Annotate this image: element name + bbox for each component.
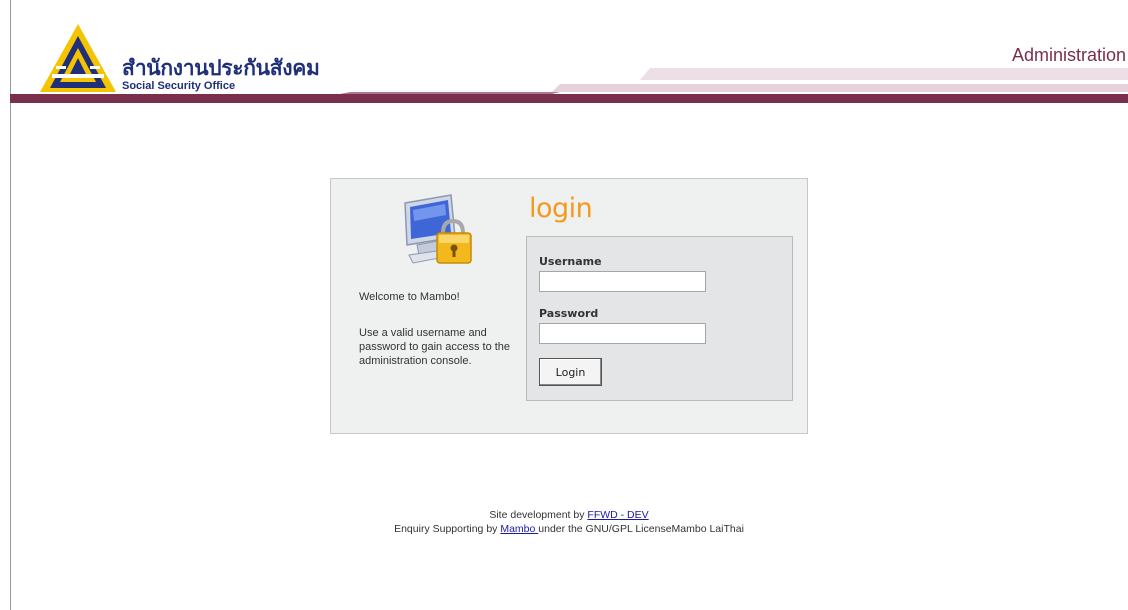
login-page: สำนักงานประกันสังคม Social Security Offi…: [0, 0, 1128, 610]
mambo-link[interactable]: Mambo: [500, 523, 538, 535]
password-input[interactable]: [539, 323, 706, 344]
footer-support-text: Enquiry Supporting by: [394, 523, 501, 535]
footer-credit-text: Site development by: [489, 509, 588, 521]
footer-license-text: under the GNU/GPL LicenseMambo LaiThai: [538, 523, 744, 535]
org-name-english: Social Security Office: [122, 80, 236, 92]
login-instructions: Use a valid username and password to gai…: [359, 327, 511, 367]
login-box: Welcome to Mambo! Use a valid username a…: [330, 178, 808, 434]
computer-lock-icon: [404, 194, 472, 264]
username-input[interactable]: [539, 271, 706, 292]
header: สำนักงานประกันสังคม Social Security Offi…: [0, 0, 1128, 104]
ffwd-dev-link[interactable]: FFWD - DEV: [587, 509, 648, 521]
login-form: Username Password Login: [526, 236, 793, 401]
footer-line-2: Enquiry Supporting by Mambo under the GN…: [0, 523, 1128, 535]
footer-line-1: Site development by FFWD - DEV: [0, 509, 1128, 521]
welcome-text: Welcome to Mambo!: [359, 291, 460, 303]
username-label: Username: [539, 255, 602, 268]
login-button[interactable]: Login: [539, 358, 602, 386]
password-label: Password: [539, 307, 599, 320]
login-heading: login: [529, 193, 593, 224]
administration-title: Administration: [1011, 45, 1126, 65]
sso-logo-icon: [40, 24, 116, 92]
